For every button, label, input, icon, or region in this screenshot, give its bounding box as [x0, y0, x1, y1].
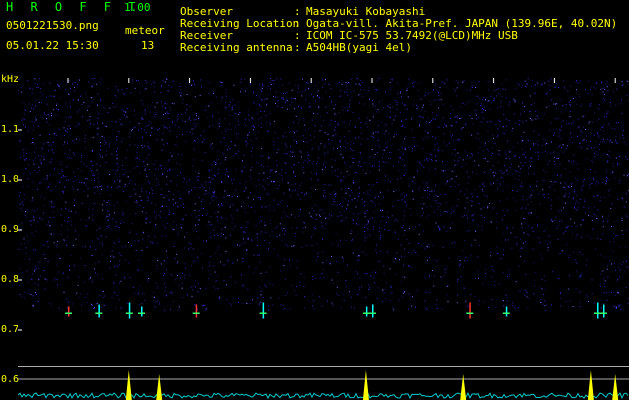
noise-field	[18, 78, 629, 311]
spectrum-peak	[362, 370, 369, 400]
spectrum-peak	[587, 370, 594, 400]
antenna-value: A504HB(yagi 4el)	[306, 41, 412, 54]
meteor-echo	[95, 304, 103, 318]
meteor-echo	[259, 302, 267, 319]
frequency-tick-label: 1.1	[1, 124, 20, 135]
frequency-tick-label: 0.8	[1, 274, 20, 285]
meteor-echo	[600, 304, 607, 318]
location-label: Receiving Location	[180, 17, 300, 30]
y-axis-unit-label: kHz	[1, 74, 20, 85]
app-version: 1.00	[124, 1, 151, 14]
frequency-tick-label: 0.9	[1, 224, 20, 235]
location-separator: :	[294, 17, 301, 30]
meteor-echo	[466, 302, 474, 319]
hrofft-window: H R O F F T 1.00 0501221530.png meteor 0…	[0, 0, 629, 400]
app-title: H R O F F T	[6, 0, 141, 14]
meteor-echo	[362, 306, 370, 317]
spectrum-noise-floor	[18, 392, 629, 400]
frequency-tick-label: 1.0	[1, 174, 20, 185]
meteor-count-value: 13	[141, 39, 155, 52]
observer-label: Observer	[180, 5, 233, 18]
spectrum-peak	[612, 374, 619, 400]
meteor-echo	[502, 306, 510, 317]
datetime-label: 05.01.22 15:30	[6, 39, 99, 52]
filename-label: 0501221530.png	[6, 19, 99, 32]
receiver-label: Receiver	[180, 29, 233, 42]
spectrogram-waterfall	[18, 78, 629, 366]
frequency-tick-label: 0.7	[1, 324, 20, 335]
observer-separator: :	[294, 5, 301, 18]
frequency-tick-label: 0.6	[1, 374, 20, 385]
spectrum-peak	[125, 370, 132, 400]
meteor-count-label: meteor	[125, 24, 165, 37]
meteor-echo	[125, 302, 133, 319]
meteor-echo	[369, 304, 376, 318]
antenna-separator: :	[294, 41, 301, 54]
observer-value: Masayuki Kobayashi	[306, 5, 426, 18]
antenna-label: Receiving antenna	[180, 41, 293, 54]
meteor-echo	[138, 306, 145, 317]
spectrum-plot	[18, 366, 629, 400]
spectrum-peak	[460, 374, 467, 400]
meteor-echo	[594, 302, 601, 319]
receiver-separator: :	[294, 29, 301, 42]
spectrum-peak	[156, 374, 163, 400]
meteor-echo	[65, 306, 72, 317]
receiver-value: ICOM IC-575 53.7492(@LCD)MHz USB	[306, 29, 518, 42]
meteor-echo	[192, 304, 200, 318]
location-value: Ogata-vill. Akita-Pref. JAPAN (139.96E, …	[306, 17, 618, 30]
